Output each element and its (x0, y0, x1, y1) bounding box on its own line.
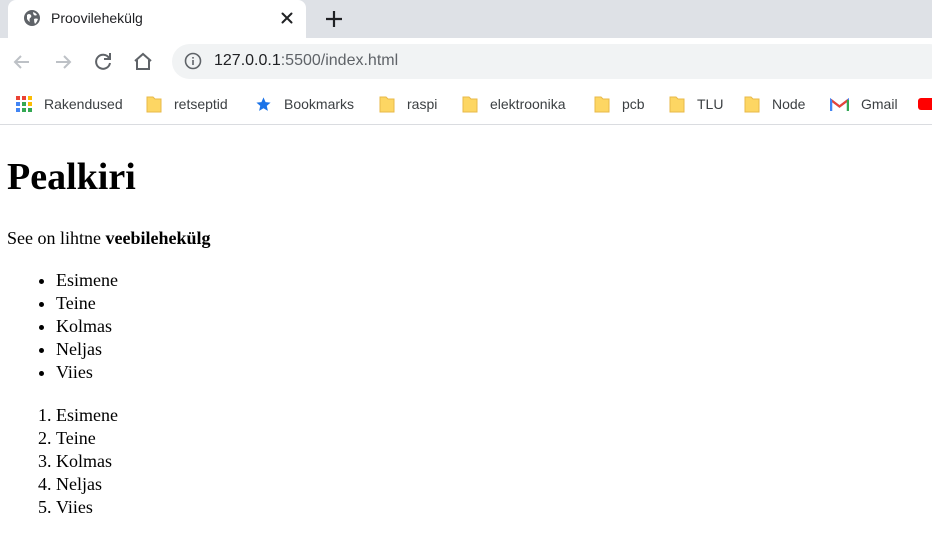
page-title: Pealkiri (7, 156, 136, 198)
home-icon[interactable] (131, 50, 155, 74)
star-icon (256, 96, 271, 111)
folder-icon (744, 96, 760, 113)
bookmark-label: raspi (407, 96, 438, 112)
list-item: Neljas (56, 338, 118, 361)
bookmark-node[interactable]: Node (744, 93, 805, 115)
folder-icon (594, 96, 610, 113)
list-item: Esimene (56, 404, 118, 427)
globe-icon (24, 10, 40, 26)
bookmark-bookmarks[interactable]: Bookmarks (255, 93, 354, 115)
unordered-list: Esimene Teine Kolmas Neljas Viies (0, 269, 118, 384)
info-icon[interactable] (184, 52, 202, 70)
folder-icon (146, 96, 162, 113)
youtube-icon (918, 98, 932, 110)
bookmark-label: retseptid (174, 96, 228, 112)
bookmark-gmail[interactable]: Gmail (830, 93, 898, 115)
bookmark-label: elektroonika (490, 96, 566, 112)
toolbar: 127.0.0.1:5500/index.html (0, 38, 932, 85)
reload-icon[interactable] (91, 50, 115, 74)
list-item: Kolmas (56, 315, 118, 338)
url-text: 127.0.0.1:5500/index.html (214, 52, 398, 70)
bookmark-raspi[interactable]: raspi (379, 93, 437, 115)
tab-strip: Proovilehekülg (0, 0, 932, 38)
bookmark-label: TLU (697, 96, 724, 112)
bookmark-label: Node (772, 96, 806, 112)
bookmark-rakendused[interactable]: Rakendused (16, 93, 123, 115)
list-item: Teine (56, 292, 118, 315)
list-item: Kolmas (56, 450, 118, 473)
new-tab-icon[interactable] (323, 8, 345, 30)
list-item: Teine (56, 427, 118, 450)
bookmark-retseptid[interactable]: retseptid (146, 93, 228, 115)
intro-bold: veebilehekülg (105, 228, 211, 248)
url-host: 127.0.0.1 (214, 52, 281, 69)
bookmark-label: Gmail (861, 96, 898, 112)
list-item: Viies (56, 496, 118, 519)
folder-icon (669, 96, 685, 113)
url-path: :5500/index.html (280, 52, 399, 69)
list-item: Esimene (56, 269, 118, 292)
forward-arrow-icon[interactable] (51, 50, 75, 74)
bookmark-youtube[interactable] (918, 93, 932, 115)
list-item: Viies (56, 361, 118, 384)
bookmark-label: Bookmarks (284, 96, 355, 112)
address-bar[interactable]: 127.0.0.1:5500/index.html (172, 44, 932, 79)
bookmark-pcb[interactable]: pcb (594, 93, 645, 115)
active-tab[interactable]: Proovilehekülg (8, 0, 306, 38)
folder-icon (379, 96, 395, 113)
intro-text: See on lihtne (7, 228, 106, 248)
intro-paragraph: See on lihtne veebilehekülg (7, 227, 211, 249)
bookmark-tlu[interactable]: TLU (669, 93, 723, 115)
list-item: Neljas (56, 473, 118, 496)
apps-grid-icon (16, 96, 32, 112)
ordered-list: Esimene Teine Kolmas Neljas Viies (0, 404, 118, 519)
bookmark-label: Rakendused (44, 96, 123, 112)
bookmark-label: pcb (622, 96, 645, 112)
folder-icon (462, 96, 478, 113)
tab-title: Proovilehekülg (51, 10, 143, 26)
bookmark-elektroonika[interactable]: elektroonika (462, 93, 566, 115)
back-arrow-icon[interactable] (10, 50, 34, 74)
gmail-icon (830, 97, 849, 111)
close-icon[interactable] (278, 9, 296, 27)
bookmarks-bar: Rakendused retseptid Bookmarks raspi ele… (0, 85, 932, 125)
